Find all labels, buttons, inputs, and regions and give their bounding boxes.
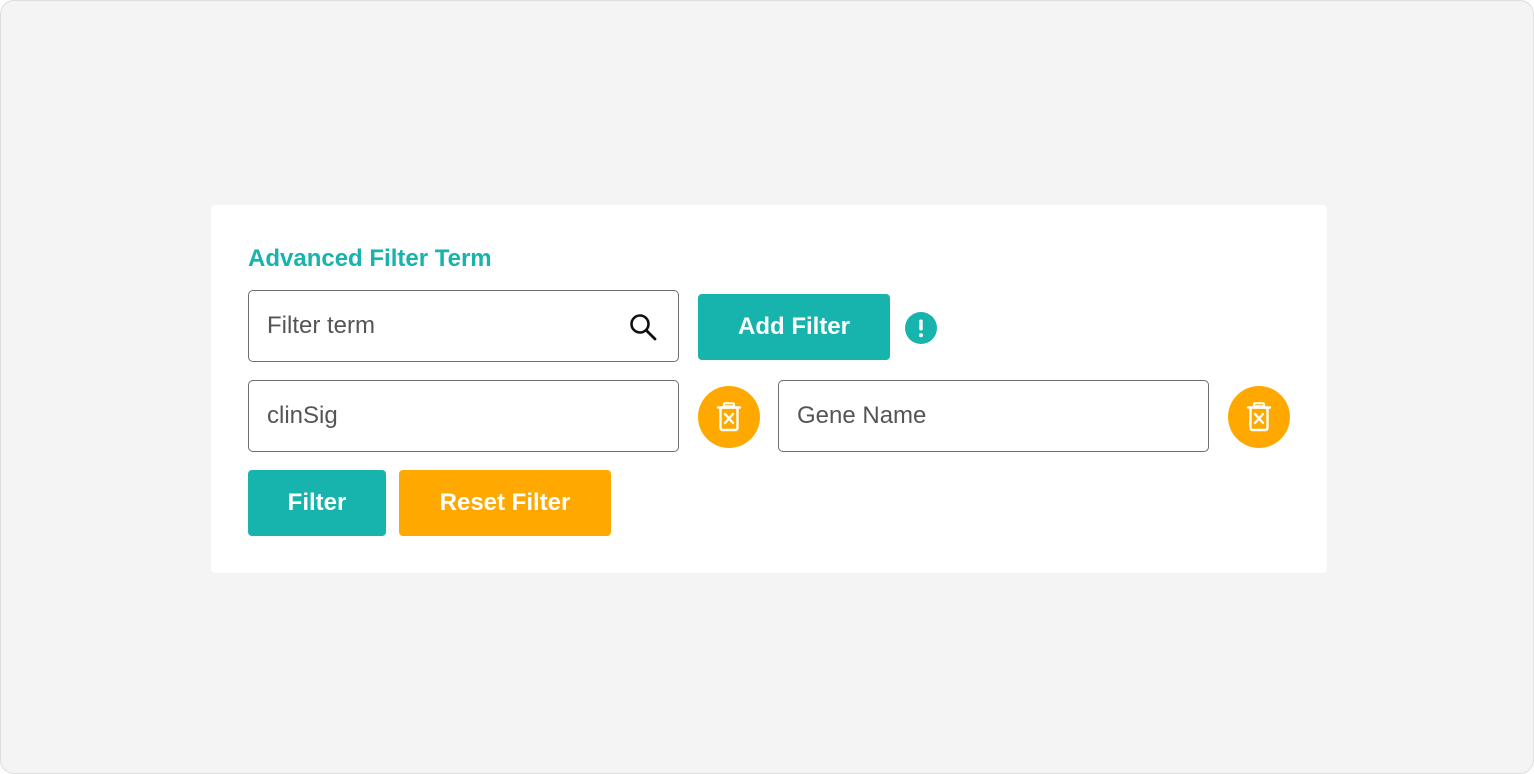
filter-value-input[interactable] <box>267 381 626 451</box>
exclamation-circle-icon[interactable] <box>905 312 937 344</box>
delete-filter-button[interactable] <box>698 386 760 448</box>
filter-value-input[interactable] <box>797 381 1156 451</box>
filter-term-field <box>248 290 679 362</box>
reset-filter-button[interactable]: Reset Filter <box>399 470 611 536</box>
delete-filter-button[interactable] <box>1228 386 1290 448</box>
filter-term-input[interactable] <box>267 291 626 361</box>
filter-button[interactable]: Filter <box>248 470 386 536</box>
add-filter-button[interactable]: Add Filter <box>698 294 890 360</box>
trash-x-icon <box>716 402 742 432</box>
page-background: Advanced Filter Term Add Filter <box>0 0 1534 774</box>
trash-x-icon <box>1246 402 1272 432</box>
section-title: Advanced Filter Term <box>248 245 492 272</box>
search-icon[interactable] <box>628 312 658 342</box>
filter-field-gene-name <box>778 380 1209 452</box>
filter-field-clinsig <box>248 380 679 452</box>
advanced-filter-card: Advanced Filter Term Add Filter <box>211 205 1327 573</box>
